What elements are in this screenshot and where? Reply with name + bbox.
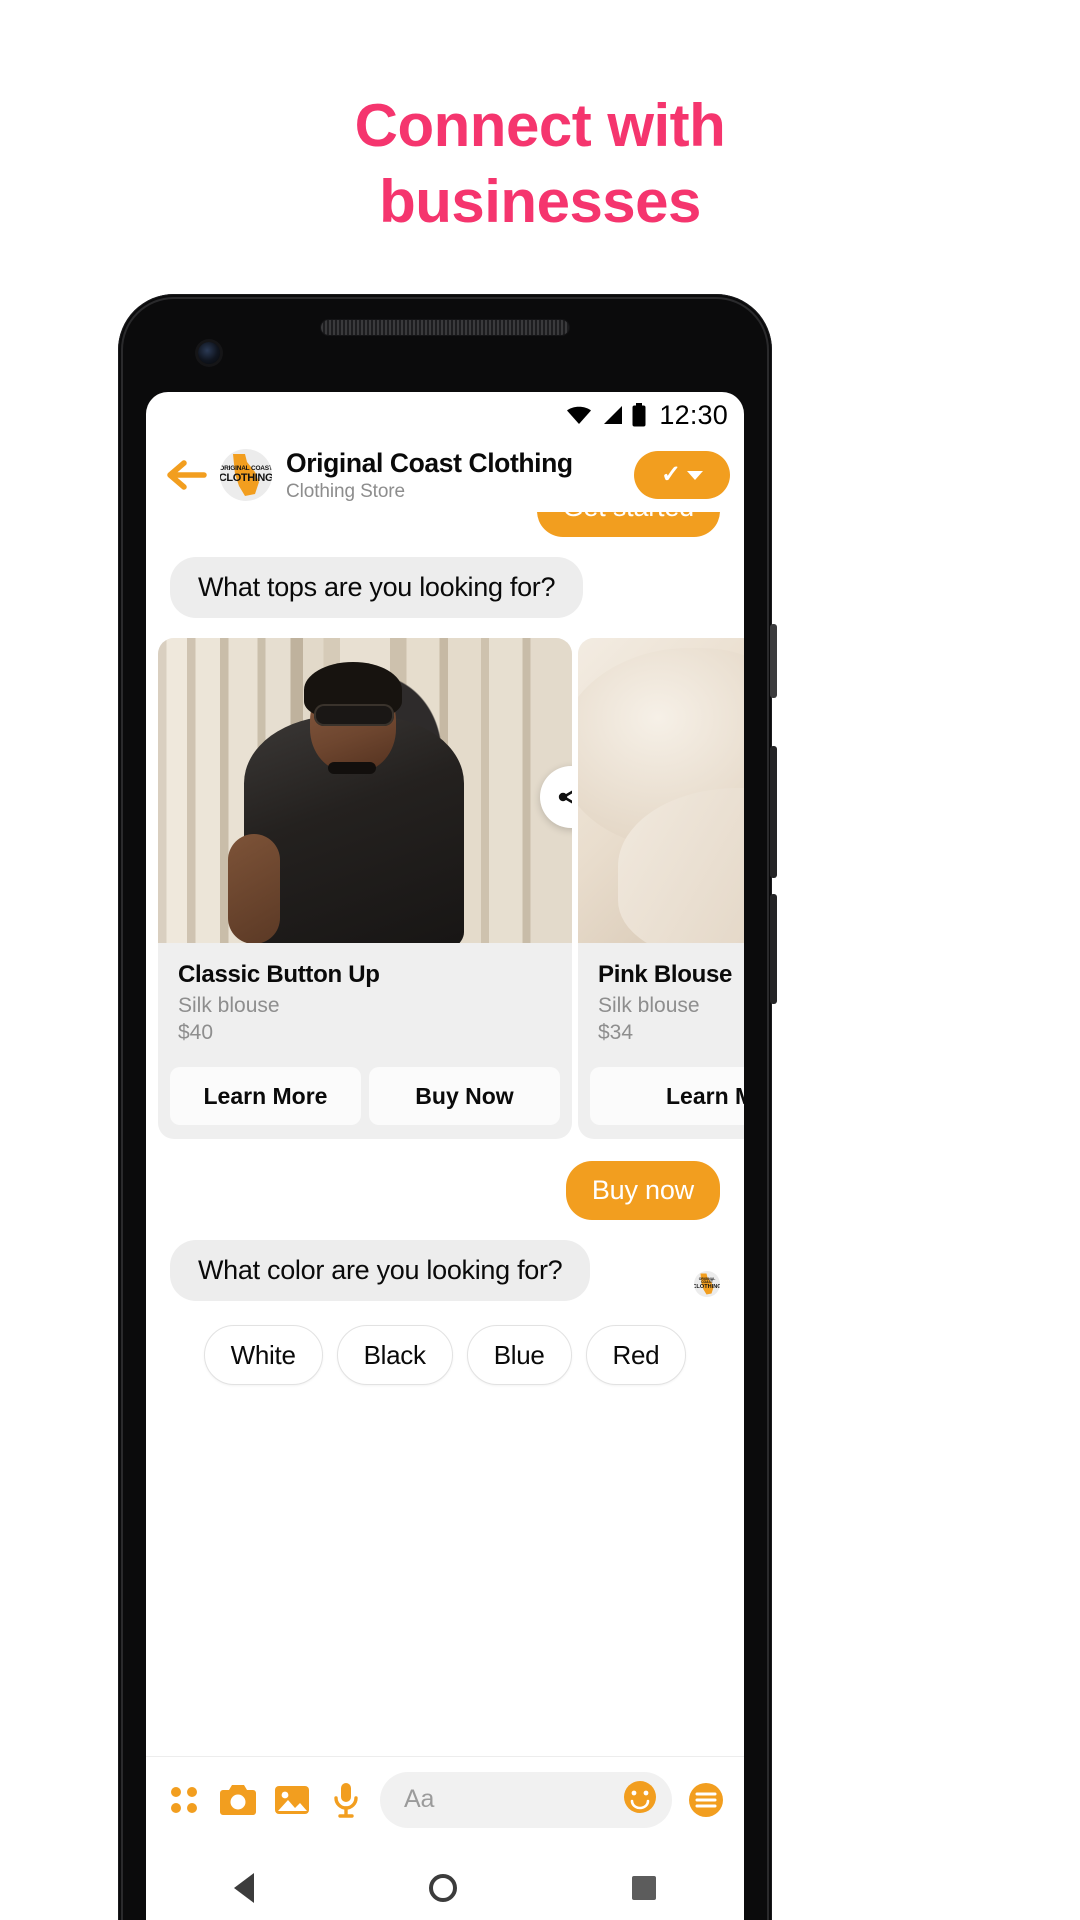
battery-icon xyxy=(632,403,646,427)
message-row-incoming: What tops are you looking for? xyxy=(146,557,744,618)
camera-icon[interactable] xyxy=(218,1780,258,1820)
bot-question-1: What tops are you looking for? xyxy=(170,557,584,618)
signal-icon xyxy=(601,405,623,425)
phone-mockup: 12:30 ORIGINAL COAST CLOTHING Original C… xyxy=(118,294,777,1920)
product-price: $34 xyxy=(598,1021,634,1044)
headline-line-2: businesses xyxy=(379,168,701,236)
quick-reply-list: White Black Blue Red xyxy=(146,1301,744,1385)
front-camera-icon xyxy=(198,342,220,364)
message-row-outgoing: Buy now xyxy=(146,1161,744,1220)
product-description: Silk blouse xyxy=(178,994,280,1017)
bot-question-2: What color are you looking for? xyxy=(170,1240,591,1301)
android-navigation-bar xyxy=(146,1842,744,1920)
business-category: Clothing Store xyxy=(286,480,406,502)
emoji-icon[interactable] xyxy=(622,1779,658,1820)
page-title: Connect with businesses xyxy=(0,88,1080,240)
avatar-logo-line2: CLOTHING xyxy=(220,471,272,484)
menu-icon[interactable] xyxy=(686,1780,726,1820)
power-button[interactable] xyxy=(770,624,777,698)
headline-line-1: Connect with xyxy=(354,92,726,159)
check-icon: ✓ xyxy=(660,461,682,488)
mini-avatar-logo-line2: CLOTHING xyxy=(694,1283,720,1290)
product-title: Classic Button Up xyxy=(178,961,380,988)
earpiece-speaker xyxy=(321,320,569,335)
learn-more-button[interactable]: Learn More xyxy=(590,1067,744,1125)
status-time: 12:30 xyxy=(659,399,728,430)
share-icon xyxy=(558,790,572,804)
product-card[interactable]: Pink Blouse Silk blouse $34 Learn More xyxy=(578,638,744,1139)
product-title: Pink Blouse xyxy=(598,961,733,988)
choker-shape xyxy=(328,762,376,774)
product-description: Silk blouse xyxy=(598,994,700,1017)
wifi-icon xyxy=(566,405,592,425)
get-started-bubble[interactable]: Get started xyxy=(536,512,720,537)
product-actions: Learn More Buy Now xyxy=(158,1045,572,1139)
quick-reply-black[interactable]: Black xyxy=(336,1325,453,1385)
page-root: Connect with businesses 12:30 ORIGINAL C… xyxy=(0,0,1080,1920)
chat-header: ORIGINAL COAST CLOTHING Original Coast C… xyxy=(146,438,744,512)
header-text-block: Original Coast Clothing Clothing Store xyxy=(284,448,622,503)
sender-avatar: ORIGINAL COAST CLOTHING xyxy=(694,1271,720,1297)
avatar-logo-text: ORIGINAL COAST CLOTHING xyxy=(220,466,272,484)
buy-now-button[interactable]: Buy Now xyxy=(369,1067,560,1125)
avatar[interactable]: ORIGINAL COAST CLOTHING xyxy=(220,449,272,501)
sunglasses-shape xyxy=(314,704,394,726)
message-row-outgoing: Get started xyxy=(146,512,744,537)
product-info: Pink Blouse Silk blouse $34 xyxy=(578,943,744,1045)
microphone-icon[interactable] xyxy=(326,1780,366,1820)
learn-more-button[interactable]: Learn More xyxy=(170,1067,361,1125)
status-bar: 12:30 xyxy=(146,392,744,438)
message-thread[interactable]: Get started What tops are you looking fo… xyxy=(146,512,744,1512)
share-button[interactable] xyxy=(540,766,572,828)
product-actions: Learn More xyxy=(578,1045,744,1139)
quick-reply-blue[interactable]: Blue xyxy=(466,1325,572,1385)
back-arrow-icon[interactable] xyxy=(164,457,208,493)
business-name: Original Coast Clothing xyxy=(286,447,573,478)
model-arm xyxy=(228,834,280,943)
quick-reply-red[interactable]: Red xyxy=(585,1325,687,1385)
message-row-incoming: What color are you looking for? ORIGINAL… xyxy=(146,1240,744,1301)
mini-avatar-logo-text: ORIGINAL COAST CLOTHING xyxy=(694,1277,720,1290)
product-price: $40 xyxy=(178,1021,214,1044)
message-input-placeholder: Aa xyxy=(404,1785,435,1813)
product-card[interactable]: Classic Button Up Silk blouse $40 Learn … xyxy=(158,638,572,1139)
nav-recents-icon[interactable] xyxy=(632,1876,657,1900)
volume-button[interactable] xyxy=(770,746,777,878)
message-input[interactable]: Aa xyxy=(380,1771,672,1828)
product-image xyxy=(578,638,744,943)
chevron-down-icon xyxy=(687,470,704,480)
verified-dropdown-button[interactable]: ✓ xyxy=(634,451,730,499)
product-info: Classic Button Up Silk blouse $40 xyxy=(158,943,572,1045)
product-carousel[interactable]: Classic Button Up Silk blouse $40 Learn … xyxy=(146,638,744,1139)
gallery-icon[interactable] xyxy=(272,1780,312,1820)
nav-back-icon[interactable] xyxy=(233,1873,254,1903)
nav-home-icon[interactable] xyxy=(428,1874,457,1902)
phone-screen: 12:30 ORIGINAL COAST CLOTHING Original C… xyxy=(146,392,744,1920)
volume-down-button[interactable] xyxy=(770,894,777,1004)
quick-reply-white[interactable]: White xyxy=(203,1325,323,1385)
buy-now-reply-bubble[interactable]: Buy now xyxy=(565,1161,720,1220)
apps-grid-icon[interactable] xyxy=(164,1780,204,1820)
product-image xyxy=(158,638,572,943)
message-composer: Aa xyxy=(146,1756,744,1842)
